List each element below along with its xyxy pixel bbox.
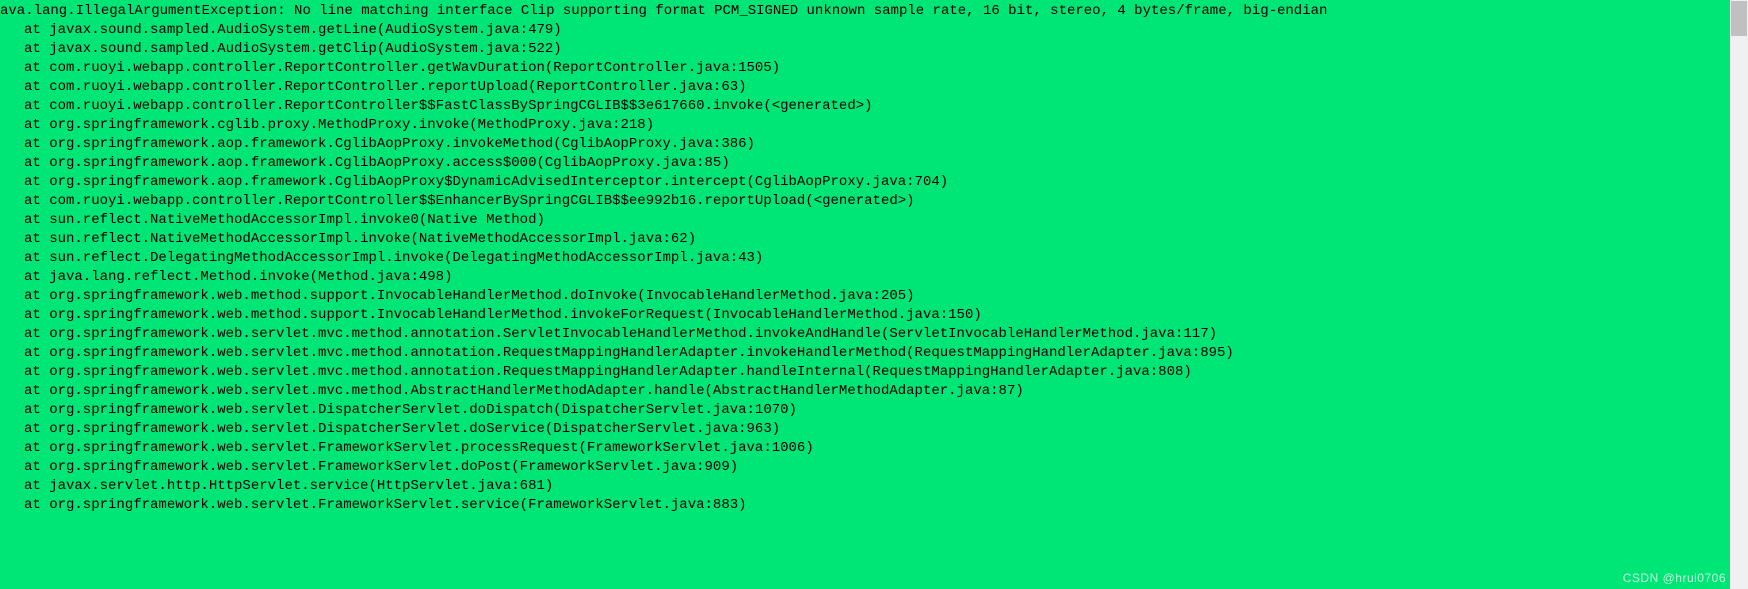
stack-trace-line: at org.springframework.web.servlet.Frame… (0, 439, 1748, 458)
stack-trace-line: at org.springframework.aop.framework.Cgl… (0, 135, 1748, 154)
stack-trace-line: at org.springframework.aop.framework.Cgl… (0, 173, 1748, 192)
stack-trace-line: at org.springframework.web.servlet.Frame… (0, 458, 1748, 477)
stack-trace-line: at org.springframework.web.servlet.Frame… (0, 496, 1748, 515)
stack-trace-line: at sun.reflect.DelegatingMethodAccessorI… (0, 249, 1748, 268)
stack-trace-line: at org.springframework.web.servlet.Dispa… (0, 420, 1748, 439)
stack-trace-line: at org.springframework.web.method.suppor… (0, 287, 1748, 306)
stack-trace-line: at javax.servlet.http.HttpServlet.servic… (0, 477, 1748, 496)
stack-trace-line: at java.lang.reflect.Method.invoke(Metho… (0, 268, 1748, 287)
stack-trace-line: at com.ruoyi.webapp.controller.ReportCon… (0, 192, 1748, 211)
stack-trace-line: at org.springframework.web.servlet.mvc.m… (0, 325, 1748, 344)
stack-trace-line: at javax.sound.sampled.AudioSystem.getLi… (0, 21, 1748, 40)
stack-trace-line: at org.springframework.aop.framework.Cgl… (0, 154, 1748, 173)
stack-trace-line: at org.springframework.web.servlet.mvc.m… (0, 382, 1748, 401)
watermark: CSDN @hrui0706 (1623, 571, 1726, 585)
scrollbar-track[interactable] (1730, 0, 1748, 589)
stack-trace-line: at com.ruoyi.webapp.controller.ReportCon… (0, 59, 1748, 78)
scrollbar-thumb[interactable] (1731, 1, 1747, 36)
stack-trace-line: at sun.reflect.NativeMethodAccessorImpl.… (0, 230, 1748, 249)
stack-trace-line: at sun.reflect.NativeMethodAccessorImpl.… (0, 211, 1748, 230)
stack-trace-line: at org.springframework.web.servlet.mvc.m… (0, 363, 1748, 382)
stack-trace-line: at com.ruoyi.webapp.controller.ReportCon… (0, 97, 1748, 116)
stack-trace-line: at org.springframework.web.method.suppor… (0, 306, 1748, 325)
stack-trace-line: at org.springframework.web.servlet.Dispa… (0, 401, 1748, 420)
stack-trace-line: at javax.sound.sampled.AudioSystem.getCl… (0, 40, 1748, 59)
stack-trace-line: at com.ruoyi.webapp.controller.ReportCon… (0, 78, 1748, 97)
stack-trace-line: at org.springframework.web.servlet.mvc.m… (0, 344, 1748, 363)
stack-trace-line: at org.springframework.cglib.proxy.Metho… (0, 116, 1748, 135)
exception-message: ava.lang.IllegalArgumentException: No li… (0, 2, 1748, 21)
